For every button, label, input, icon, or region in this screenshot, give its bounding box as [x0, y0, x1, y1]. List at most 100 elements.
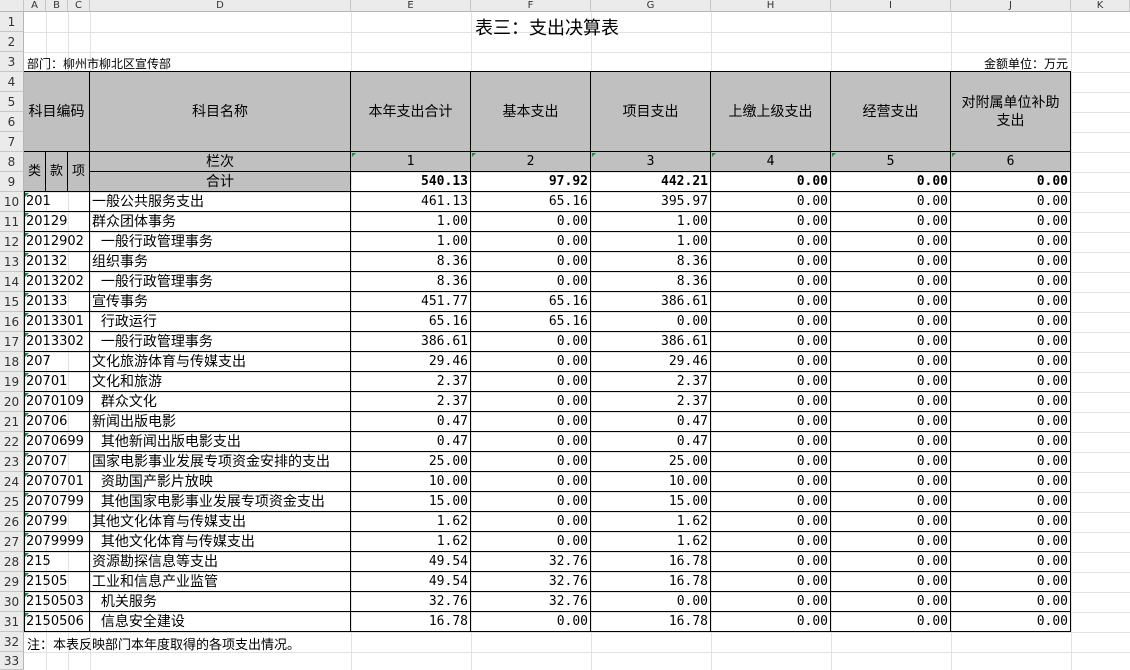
amount-cell-col-2[interactable]: 0.00: [471, 272, 591, 292]
amount-cell-col-2[interactable]: 32.76: [471, 552, 591, 572]
row-header-10[interactable]: 10: [0, 192, 24, 212]
amount-cell-col-1[interactable]: 1.62: [351, 532, 471, 552]
column-header-j[interactable]: J: [951, 0, 1071, 12]
subject-name-cell[interactable]: 一般公共服务支出: [90, 192, 351, 212]
amount-cell-col-6[interactable]: 0.00: [951, 552, 1071, 572]
subject-code-cell[interactable]: 20799: [24, 512, 90, 532]
row-header-31[interactable]: 31: [0, 612, 24, 632]
amount-cell-col-2[interactable]: 65.16: [471, 292, 591, 312]
amount-cell-col-3[interactable]: 0.47: [591, 412, 711, 432]
column-index-3[interactable]: 3: [591, 152, 711, 172]
subject-name-cell[interactable]: 机关服务: [90, 592, 351, 612]
amount-cell-col-5[interactable]: 0.00: [831, 432, 951, 452]
amount-cell-col-6[interactable]: 0.00: [951, 412, 1071, 432]
subject-code-cell[interactable]: 207: [24, 352, 90, 372]
amount-cell-col-5[interactable]: 0.00: [831, 332, 951, 352]
amount-cell-col-2[interactable]: 32.76: [471, 572, 591, 592]
amount-cell-col-2[interactable]: 0.00: [471, 612, 591, 632]
total-value-5[interactable]: 0.00: [831, 172, 951, 192]
total-value-3[interactable]: 442.21: [591, 172, 711, 192]
subject-name-cell[interactable]: 国家电影事业发展专项资金安排的支出: [90, 452, 351, 472]
amount-cell-col-4[interactable]: 0.00: [711, 312, 831, 332]
amount-cell-col-3[interactable]: 10.00: [591, 472, 711, 492]
row-header-5[interactable]: 5: [0, 92, 24, 112]
amount-cell-col-4[interactable]: 0.00: [711, 472, 831, 492]
amount-cell-col-2[interactable]: 0.00: [471, 232, 591, 252]
amount-cell-col-6[interactable]: 0.00: [951, 452, 1071, 472]
amount-cell-col-1[interactable]: 10.00: [351, 472, 471, 492]
amount-cell-col-1[interactable]: 32.76: [351, 592, 471, 612]
amount-cell-col-6[interactable]: 0.00: [951, 532, 1071, 552]
amount-cell-col-2[interactable]: 0.00: [471, 492, 591, 512]
subject-name-cell[interactable]: 工业和信息产业监管: [90, 572, 351, 592]
subject-name-cell[interactable]: 信息安全建设: [90, 612, 351, 632]
amount-cell-col-4[interactable]: 0.00: [711, 252, 831, 272]
subject-code-cell[interactable]: 20707: [24, 452, 90, 472]
row-header-17[interactable]: 17: [0, 332, 24, 352]
subject-code-cell[interactable]: 2070699: [24, 432, 90, 452]
row-header-15[interactable]: 15: [0, 292, 24, 312]
subject-name-cell[interactable]: 一般行政管理事务: [90, 272, 351, 292]
subject-code-cell[interactable]: 2013202: [24, 272, 90, 292]
row-header-18[interactable]: 18: [0, 352, 24, 372]
amount-cell-col-6[interactable]: 0.00: [951, 492, 1071, 512]
amount-cell-col-3[interactable]: 386.61: [591, 332, 711, 352]
row-header-4[interactable]: 4: [0, 72, 24, 92]
header-lei[interactable]: 类: [24, 152, 46, 192]
amount-cell-col-3[interactable]: 1.00: [591, 232, 711, 252]
amount-cell-col-1[interactable]: 8.36: [351, 272, 471, 292]
amount-cell-col-1[interactable]: 451.77: [351, 292, 471, 312]
header-col-3[interactable]: 项目支出: [591, 72, 711, 152]
column-index-2[interactable]: 2: [471, 152, 591, 172]
subject-code-cell[interactable]: 20133: [24, 292, 90, 312]
header-heji[interactable]: 合计: [90, 172, 351, 192]
amount-cell-col-4[interactable]: 0.00: [711, 552, 831, 572]
subject-code-cell[interactable]: 2070701: [24, 472, 90, 492]
row-header-7[interactable]: 7: [0, 132, 24, 152]
row-header-28[interactable]: 28: [0, 552, 24, 572]
row-header-9[interactable]: 9: [0, 172, 24, 192]
subject-code-cell[interactable]: 2150503: [24, 592, 90, 612]
column-index-1[interactable]: 1: [351, 152, 471, 172]
subject-code-cell[interactable]: 201: [24, 192, 90, 212]
amount-cell-col-5[interactable]: 0.00: [831, 512, 951, 532]
amount-cell-col-4[interactable]: 0.00: [711, 192, 831, 212]
row-header-2[interactable]: 2: [0, 32, 24, 52]
subject-code-cell[interactable]: 20701: [24, 372, 90, 392]
amount-cell-col-5[interactable]: 0.00: [831, 412, 951, 432]
amount-cell-col-5[interactable]: 0.00: [831, 572, 951, 592]
amount-cell-col-1[interactable]: 15.00: [351, 492, 471, 512]
header-col-5[interactable]: 经营支出: [831, 72, 951, 152]
row-header-23[interactable]: 23: [0, 452, 24, 472]
column-header-g[interactable]: G: [591, 0, 711, 12]
header-lanci[interactable]: 栏次: [90, 152, 351, 172]
amount-cell-col-5[interactable]: 0.00: [831, 552, 951, 572]
amount-cell-col-6[interactable]: 0.00: [951, 292, 1071, 312]
subject-name-cell[interactable]: 文化和旅游: [90, 372, 351, 392]
amount-cell-col-1[interactable]: 1.62: [351, 512, 471, 532]
subject-code-cell[interactable]: 20129: [24, 212, 90, 232]
row-header-27[interactable]: 27: [0, 532, 24, 552]
amount-cell-col-4[interactable]: 0.00: [711, 532, 831, 552]
amount-cell-col-5[interactable]: 0.00: [831, 352, 951, 372]
amount-cell-col-2[interactable]: 65.16: [471, 192, 591, 212]
amount-cell-col-3[interactable]: 25.00: [591, 452, 711, 472]
amount-cell-col-3[interactable]: 2.37: [591, 372, 711, 392]
amount-cell-col-4[interactable]: 0.00: [711, 372, 831, 392]
amount-cell-col-6[interactable]: 0.00: [951, 332, 1071, 352]
amount-cell-col-1[interactable]: 1.00: [351, 232, 471, 252]
subject-code-cell[interactable]: 20132: [24, 252, 90, 272]
subject-name-cell[interactable]: 资助国产影片放映: [90, 472, 351, 492]
column-header-d[interactable]: D: [90, 0, 351, 12]
amount-cell-col-5[interactable]: 0.00: [831, 232, 951, 252]
amount-cell-col-2[interactable]: 0.00: [471, 472, 591, 492]
subject-name-cell[interactable]: 一般行政管理事务: [90, 332, 351, 352]
amount-cell-col-4[interactable]: 0.00: [711, 352, 831, 372]
row-header-29[interactable]: 29: [0, 572, 24, 592]
amount-cell-col-2[interactable]: 0.00: [471, 532, 591, 552]
subject-name-cell[interactable]: 其他文化体育与传媒支出: [90, 512, 351, 532]
subject-name-cell[interactable]: 一般行政管理事务: [90, 232, 351, 252]
amount-cell-col-4[interactable]: 0.00: [711, 332, 831, 352]
amount-cell-col-1[interactable]: 29.46: [351, 352, 471, 372]
row-header-22[interactable]: 22: [0, 432, 24, 452]
